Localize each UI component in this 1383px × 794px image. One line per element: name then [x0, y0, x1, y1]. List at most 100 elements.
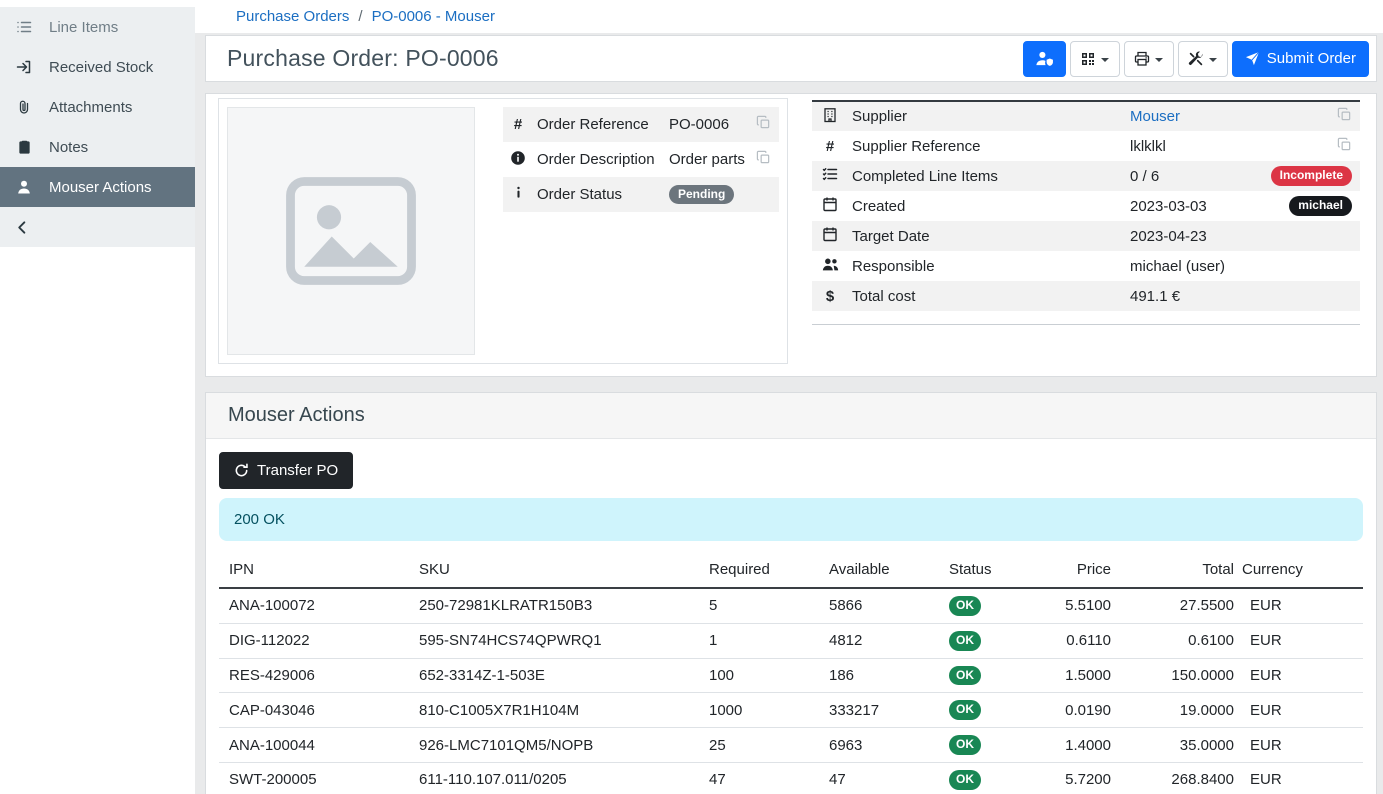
breadcrumb: Purchase Orders / PO-0006 - Mouser [195, 0, 1383, 33]
detail-value-cell: 2023-04-23 [1126, 221, 1267, 251]
order-detail-row: Order StatusPending [503, 177, 779, 212]
detail-icon-cell [812, 101, 848, 131]
cell-ipn: ANA-100072 [219, 588, 419, 623]
barcode-actions-button[interactable] [1070, 41, 1120, 77]
ok-badge: OK [949, 735, 981, 755]
sidebar-collapse-button[interactable] [0, 207, 195, 247]
sidebar-item-received-stock[interactable]: Received Stock [0, 47, 195, 87]
detail-label: Order Reference [533, 107, 665, 142]
calendar-icon [822, 226, 838, 242]
cell-sku: 611-110.107.011/0205 [419, 762, 709, 794]
sidebar-item-label: Received Stock [49, 59, 153, 76]
breadcrumb-current-order[interactable]: PO-0006 - Mouser [372, 8, 495, 25]
cell-sku: 250-72981KLRATR150B3 [419, 588, 709, 623]
cell-price: 0.0190 [1034, 693, 1119, 728]
sidebar-nav: Line Items Received Stock Attachments Notes… [0, 7, 195, 207]
copy-icon[interactable] [1337, 137, 1352, 152]
sidebar-item-label: Line Items [49, 19, 118, 36]
user-shield-icon [1035, 50, 1054, 67]
col-header-required: Required [709, 557, 829, 588]
col-header-total: Total [1119, 557, 1242, 588]
submit-order-button[interactable]: Submit Order [1232, 41, 1369, 77]
detail-slot-cell: Incomplete [1267, 161, 1360, 191]
detail-label: Responsible [848, 251, 1126, 281]
cell-sku: 926-LMC7101QM5/NOPB [419, 728, 709, 763]
users-icon [822, 256, 839, 273]
transfer-po-label: Transfer PO [257, 462, 338, 479]
image-icon [285, 176, 417, 286]
hash-icon: # [826, 139, 834, 154]
cell-total: 35.0000 [1119, 728, 1242, 763]
col-header-currency: Currency [1242, 557, 1363, 588]
copy-icon[interactable] [756, 115, 771, 130]
ok-badge: OK [949, 700, 981, 720]
submit-order-label: Submit Order [1267, 50, 1356, 67]
parts-row: CAP-043046810-C1005X7R1H104M1000333217OK… [219, 693, 1363, 728]
sidebar-item-notes[interactable]: Notes [0, 127, 195, 167]
detail-icon-cell [812, 191, 848, 221]
user-roles-button[interactable] [1023, 41, 1066, 77]
sign-in-icon [15, 59, 33, 75]
detail-value: Order parts [669, 151, 745, 168]
cell-currency: EUR [1242, 728, 1363, 763]
cell-total: 19.0000 [1119, 693, 1242, 728]
col-header-status: Status [949, 557, 1034, 588]
sidebar-item-line-items[interactable]: Line Items [0, 7, 195, 47]
panel-body: Transfer PO 200 OK IPNSKURequiredAvailab… [206, 439, 1376, 794]
caret-down-icon [1209, 58, 1217, 62]
col-header-available: Available [829, 557, 949, 588]
cell-required: 100 [709, 658, 829, 693]
tools-icon [1188, 51, 1204, 67]
breadcrumb-purchase-orders[interactable]: Purchase Orders [236, 8, 349, 25]
cell-required: 25 [709, 728, 829, 763]
cell-available: 4812 [829, 623, 949, 658]
order-actions-button[interactable] [1178, 41, 1228, 77]
ok-badge: OK [949, 596, 981, 616]
copy-icon[interactable] [756, 150, 771, 165]
supplier-link[interactable]: Mouser [1130, 108, 1180, 125]
detail-label: Target Date [848, 221, 1126, 251]
col-header-sku: SKU [419, 557, 709, 588]
notes-icon [15, 140, 33, 155]
cell-price: 0.6110 [1034, 623, 1119, 658]
order-image-placeholder[interactable] [227, 107, 475, 355]
parts-row: DIG-112022595-SN74HCS74QPWRQ114812OK0.61… [219, 623, 1363, 658]
copy-icon[interactable] [1337, 107, 1352, 122]
sidebar-item-label: Notes [49, 139, 88, 156]
detail-label: Order Description [533, 142, 665, 177]
supplier-detail-row: #Supplier Referencelklklkl [812, 131, 1360, 161]
cell-price: 1.4000 [1034, 728, 1119, 763]
detail-value-cell: 0 / 6 [1126, 161, 1267, 191]
info-circle-icon [510, 150, 526, 166]
panel-header: Mouser Actions [206, 393, 1376, 439]
detail-slot-cell [1267, 221, 1360, 251]
chevron-left-icon [15, 220, 30, 235]
cell-sku: 810-C1005X7R1H104M [419, 693, 709, 728]
app-root: Line Items Received Stock Attachments Notes… [0, 0, 1383, 794]
cell-ipn: RES-429006 [219, 658, 419, 693]
cell-available: 186 [829, 658, 949, 693]
supplier-detail-table: SupplierMouser#Supplier Referencelklklkl… [812, 100, 1360, 325]
detail-icon-cell [503, 177, 533, 212]
cell-required: 1000 [709, 693, 829, 728]
detail-slot-cell [1267, 251, 1360, 281]
dollar-icon: $ [826, 289, 834, 304]
page-header-card: Purchase Order: PO-0006 [205, 35, 1377, 82]
info-icon [511, 185, 526, 200]
transfer-po-button[interactable]: Transfer PO [219, 452, 353, 489]
cell-ipn: CAP-043046 [219, 693, 419, 728]
print-actions-button[interactable] [1124, 41, 1174, 77]
sidebar-item-attachments[interactable]: Attachments [0, 87, 195, 127]
status-badge: Incomplete [1271, 166, 1352, 186]
detail-value-cell: Mouser [1126, 101, 1267, 131]
cell-total: 27.5500 [1119, 588, 1242, 623]
cell-currency: EUR [1242, 623, 1363, 658]
cell-sku: 595-SN74HCS74QPWRQ1 [419, 623, 709, 658]
qr-code-icon [1080, 51, 1096, 67]
detail-value-cell: PO-0006 [665, 107, 751, 142]
cell-ipn: ANA-100044 [219, 728, 419, 763]
cell-price: 5.5100 [1034, 588, 1119, 623]
detail-icon-cell [812, 161, 848, 191]
ok-badge: OK [949, 631, 981, 651]
sidebar-item-mouser-actions[interactable]: Mouser Actions [0, 167, 195, 207]
